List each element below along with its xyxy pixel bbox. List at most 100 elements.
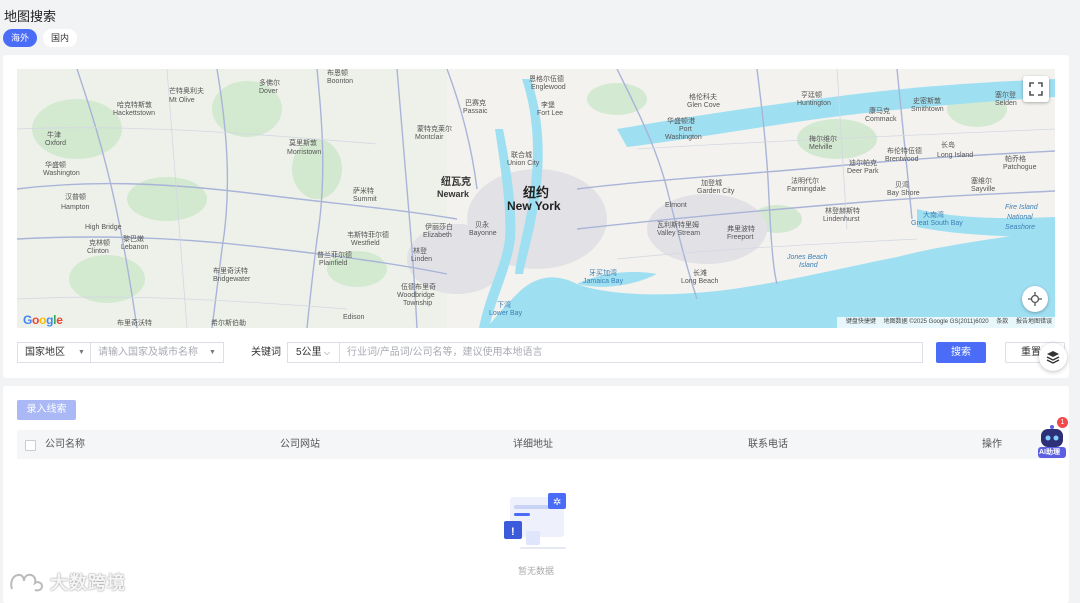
column-address: 详细地址	[513, 439, 553, 450]
keyboard-shortcuts-link[interactable]: 键盘快捷键	[846, 319, 876, 325]
svg-text:Edison: Edison	[343, 314, 365, 321]
svg-text:Brentwood: Brentwood	[885, 156, 919, 163]
keyword-label: 关键词	[251, 347, 281, 358]
region-input[interactable]: 请输入国家及城市名称 ▼	[91, 342, 224, 363]
svg-text:联合城: 联合城	[511, 150, 532, 159]
svg-text:High Bridge: High Bridge	[85, 224, 122, 231]
svg-text:格伦科夫: 格伦科夫	[689, 92, 717, 101]
svg-text:布里奇沃特: 布里奇沃特	[117, 318, 152, 327]
svg-text:Linden: Linden	[411, 256, 432, 263]
svg-text:Fort Lee: Fort Lee	[537, 110, 563, 117]
svg-text:Freeport: Freeport	[727, 234, 754, 241]
svg-text:长岛: 长岛	[941, 140, 955, 149]
svg-text:Deer Park: Deer Park	[847, 168, 879, 175]
svg-text:梅尔维尔: 梅尔维尔	[809, 134, 837, 143]
watermark-text: 大数跨境	[50, 573, 126, 593]
search-button[interactable]: 搜索	[936, 342, 986, 363]
svg-text:!: !	[511, 526, 515, 538]
svg-text:Great South Bay: Great South Bay	[911, 220, 963, 227]
empty-state-text: 暂无数据	[518, 566, 555, 576]
svg-text:National: National	[1007, 214, 1033, 221]
svg-text:Woodbridge: Woodbridge	[397, 292, 435, 299]
svg-text:Englewood: Englewood	[531, 84, 566, 91]
region-type-value: 国家地区	[25, 347, 65, 358]
svg-text:Plainfield: Plainfield	[319, 260, 348, 267]
svg-text:塞尔登: 塞尔登	[995, 90, 1016, 99]
svg-text:New York: New York	[507, 199, 561, 213]
svg-text:Lindenhurst: Lindenhurst	[823, 216, 860, 223]
distance-select[interactable]: 5公里 ⌵	[287, 342, 340, 363]
svg-text:华盛顿: 华盛顿	[45, 160, 66, 169]
svg-text:芒特奥利夫: 芒特奥利夫	[169, 86, 204, 95]
svg-text:伊丽莎白: 伊丽莎白	[425, 222, 453, 231]
report-error-link[interactable]: 报告地图错误	[1016, 319, 1052, 325]
svg-text:Commack: Commack	[865, 116, 897, 123]
results-card: 录入线索 公司名称 公司网站 详细地址 联系电话 操作 ✲ ! 暂无数据	[3, 386, 1069, 603]
svg-text:迪尔帕克: 迪尔帕克	[849, 158, 877, 167]
svg-text:Elizabeth: Elizabeth	[423, 232, 452, 239]
svg-text:塞维尔: 塞维尔	[971, 176, 992, 185]
svg-text:巴赛克: 巴赛克	[465, 98, 486, 107]
svg-text:帕乔格: 帕乔格	[1005, 154, 1026, 163]
svg-text:多佛尔: 多佛尔	[259, 78, 280, 87]
svg-text:牙买加湾: 牙买加湾	[589, 268, 617, 277]
caret-down-icon: ▼	[209, 349, 216, 356]
region-input-placeholder: 请输入国家及城市名称	[98, 347, 198, 358]
svg-text:长滩: 长滩	[693, 268, 707, 277]
map-canvas[interactable]: 哈克特斯敦Hackettstown 芒特奥利夫 Mt Olive 多佛尔Dover…	[17, 69, 1055, 328]
svg-text:康马克: 康马克	[869, 106, 890, 115]
svg-text:Hackettstown: Hackettstown	[113, 110, 155, 117]
svg-text:Boonton: Boonton	[327, 78, 353, 85]
select-all-checkbox[interactable]	[25, 440, 36, 451]
svg-text:Fire Island: Fire Island	[1005, 204, 1039, 211]
ai-assistant-label: AI助理	[1039, 449, 1060, 456]
region-type-select[interactable]: 国家地区 ▼	[17, 342, 91, 363]
column-company-name: 公司名称	[45, 439, 85, 450]
svg-text:黎巴嫩: 黎巴嫩	[123, 234, 144, 243]
svg-text:Smithtown: Smithtown	[911, 106, 944, 113]
svg-text:Glen Cove: Glen Cove	[687, 102, 720, 109]
svg-text:史密斯敦: 史密斯敦	[913, 96, 941, 105]
svg-text:韦斯特菲尔德: 韦斯特菲尔德	[347, 230, 389, 239]
svg-text:Farmingdale: Farmingdale	[787, 186, 826, 193]
svg-text:恩格尔伍德: 恩格尔伍德	[529, 74, 564, 83]
locate-icon[interactable]	[1022, 286, 1048, 312]
svg-text:Washington: Washington	[665, 134, 702, 141]
svg-text:Long Island: Long Island	[937, 152, 973, 159]
svg-text:Passaic: Passaic	[463, 108, 488, 115]
map-data-text: 地图数据 ©2025 Google GS(2011)6020	[883, 319, 989, 325]
watermark: 大数跨境	[8, 569, 126, 595]
svg-text:Bay Shore: Bay Shore	[887, 190, 920, 197]
tab-domestic[interactable]: 国内	[43, 29, 78, 47]
tab-overseas[interactable]: 海外	[3, 29, 38, 47]
svg-text:贝永: 贝永	[475, 220, 489, 229]
svg-text:Township: Township	[403, 300, 432, 307]
svg-text:瓦利斯特里姆: 瓦利斯特里姆	[657, 220, 699, 229]
svg-text:亨廷顿: 亨廷顿	[801, 90, 822, 99]
svg-text:Bridgewater: Bridgewater	[213, 276, 251, 283]
svg-text:Oxford: Oxford	[45, 140, 66, 147]
map-view[interactable]: 哈克特斯敦 Hackettstown 芒特奥利夫 Mt Olive 多佛尔 Dover…	[17, 69, 1055, 328]
svg-text:Valley Stream: Valley Stream	[657, 230, 700, 237]
svg-text:蒙特克莱尔: 蒙特克莱尔	[417, 124, 452, 133]
svg-text:Summit: Summit	[353, 196, 377, 203]
svg-text:莫里斯敦: 莫里斯敦	[289, 138, 317, 147]
svg-text:牛津: 牛津	[47, 130, 61, 139]
keyword-input[interactable]: 行业词/产品词/公司名等，建议使用本地语言	[340, 342, 923, 363]
svg-text:林登赫斯特: 林登赫斯特	[825, 206, 860, 215]
svg-text:Mt Olive: Mt Olive	[169, 97, 195, 104]
terms-link[interactable]: 条款	[996, 319, 1008, 325]
caret-down-icon: ▼	[78, 349, 85, 356]
svg-text:哈克特斯敦: 哈克特斯敦	[117, 100, 152, 109]
svg-text:汉普顿: 汉普顿	[65, 192, 86, 201]
svg-text:Port: Port	[679, 126, 692, 133]
ai-assistant-button[interactable]: AI助理	[1036, 423, 1068, 459]
svg-text:Clinton: Clinton	[87, 248, 109, 255]
stack-icon[interactable]	[1039, 343, 1067, 371]
fullscreen-icon[interactable]	[1023, 76, 1049, 102]
svg-text:大南湾: 大南湾	[923, 210, 944, 219]
svg-text:Montclair: Montclair	[415, 134, 444, 141]
svg-text:希尔斯伯勒: 希尔斯伯勒	[211, 318, 246, 327]
import-leads-button[interactable]: 录入线索	[17, 400, 76, 420]
svg-text:Bayonne: Bayonne	[469, 230, 497, 237]
